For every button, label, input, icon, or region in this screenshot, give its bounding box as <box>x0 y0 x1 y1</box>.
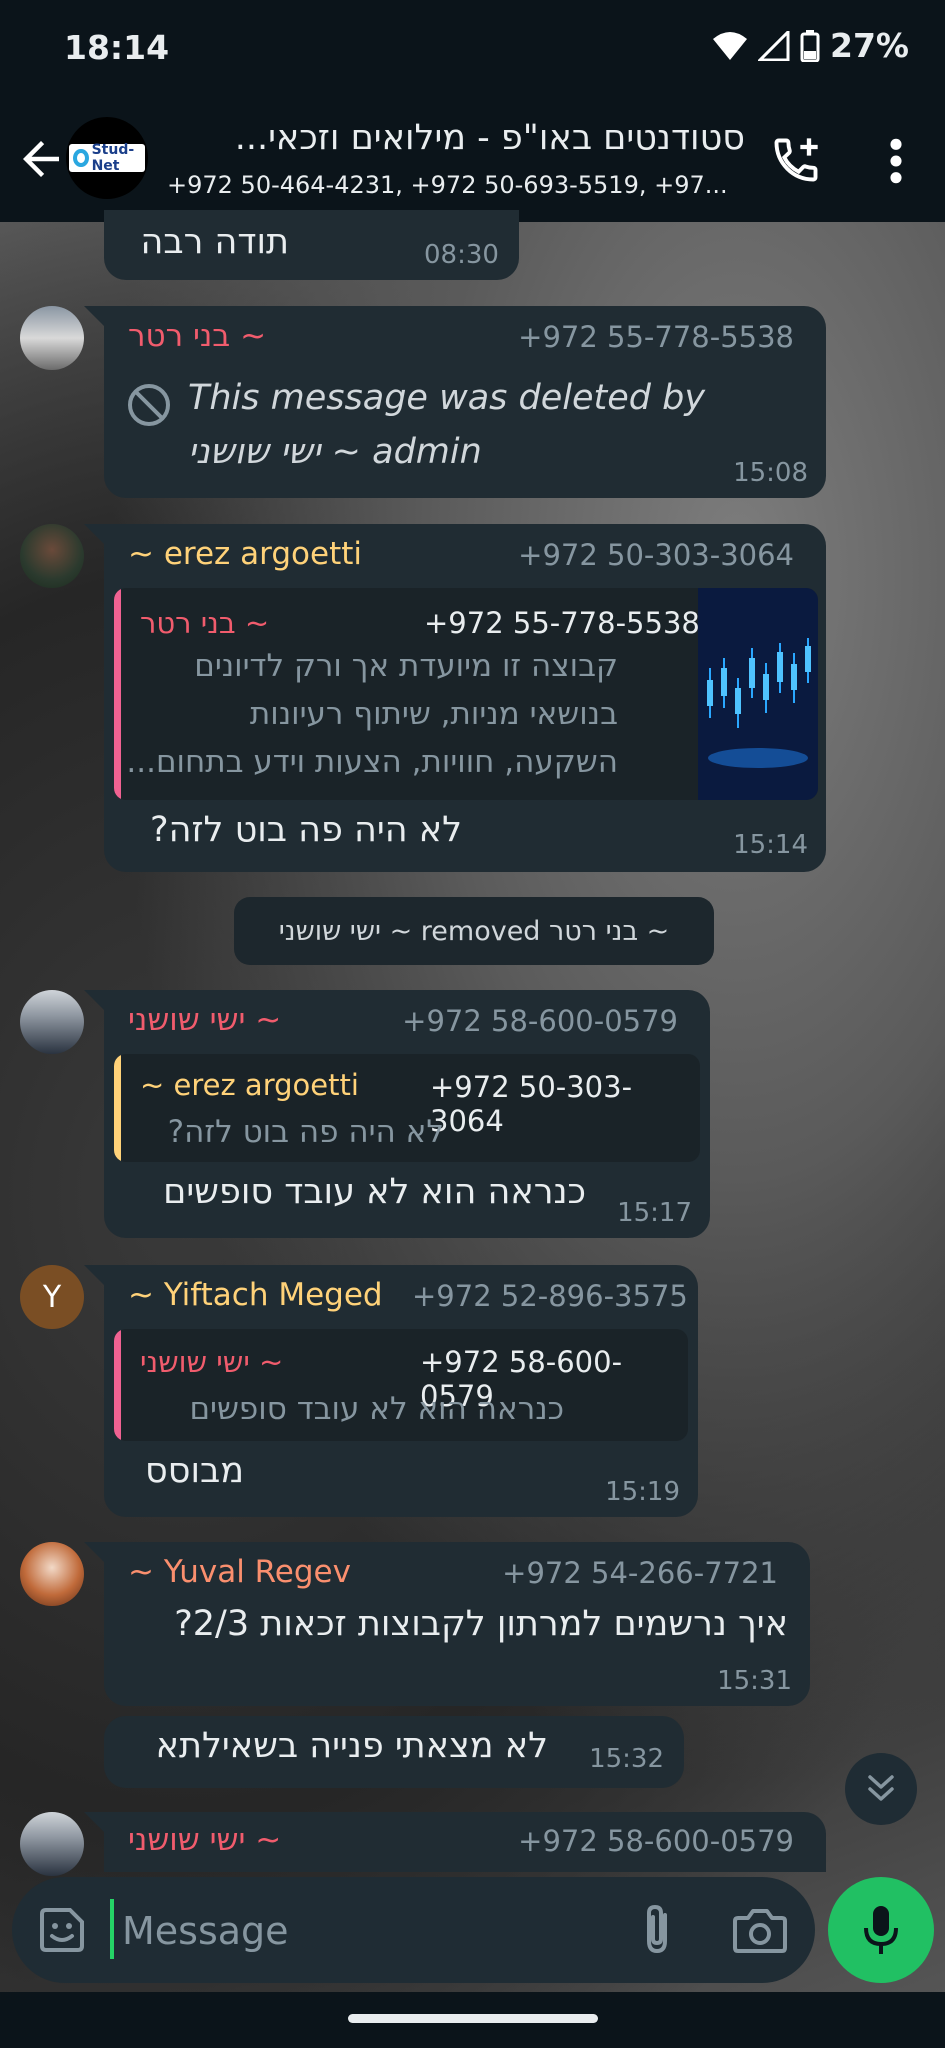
message-compose-bar <box>12 1877 815 1983</box>
block-icon <box>128 384 170 426</box>
battery-percent: 27% <box>830 26 909 65</box>
group-participants[interactable]: +972 50-464-4231, +972 50-693-5519, +97.… <box>167 171 747 199</box>
sender-name: ~ erez argoetti <box>128 536 362 572</box>
quoted-sender: ~ ישי שושני <box>140 1345 284 1379</box>
message-time: 15:08 <box>733 458 808 488</box>
status-icons: 27% <box>712 26 909 65</box>
chat-header: Stud-Net סטודנטים באו"פ - מילואים וזכאי.… <box>0 96 945 222</box>
sender-phone: +972 55-778-5538 <box>518 320 794 354</box>
bubble-tail <box>84 1542 106 1564</box>
bubble-tail <box>84 306 106 328</box>
stock-chart-thumbnail <box>698 588 818 800</box>
more-vert-icon[interactable] <box>878 136 914 186</box>
quoted-text-line: כנראה הוא לא עובד סופשים <box>189 1391 564 1427</box>
quoted-message[interactable]: ~ erez argoetti +972 50-303-3064 לא היה … <box>114 1054 700 1162</box>
avatar[interactable] <box>20 1542 84 1606</box>
group-avatar[interactable]: Stud-Net <box>66 117 148 199</box>
message-bubble[interactable]: ~ בני רטר +972 55-778-5538 This message … <box>104 306 826 498</box>
quoted-message[interactable]: ~ בני רטר +972 55-778-5538 קבוצה זו מיוע… <box>114 588 818 800</box>
group-title[interactable]: סטודנטים באו"פ - מילואים וזכאי... <box>165 118 745 158</box>
status-bar: 18:14 27% <box>0 0 945 96</box>
bubble-tail <box>84 1265 106 1287</box>
attach-icon[interactable] <box>632 1901 682 1959</box>
battery-icon <box>800 29 820 62</box>
bubble-tail <box>84 524 106 546</box>
sender-phone: +972 52-896-3575 <box>412 1279 688 1313</box>
status-time: 18:14 <box>64 28 170 67</box>
signal-icon <box>758 30 790 61</box>
sender-phone: +972 50-303-3064 <box>518 538 794 572</box>
message-time: 08:30 <box>424 240 499 270</box>
avatar[interactable] <box>20 1812 84 1876</box>
sender-name: ~ Yiftach Meged <box>128 1277 383 1313</box>
message-text: כנראה הוא לא עובד סופשים <box>163 1172 586 1212</box>
message-time: 15:14 <box>733 830 808 860</box>
quoted-message[interactable]: ~ ישי שושני +972 58-600-0579 כנראה הוא ל… <box>114 1329 688 1441</box>
message-bubble[interactable]: ~ ישי שושני +972 58-600-0579 ~ erez argo… <box>104 990 710 1238</box>
quoted-sender: ~ erez argoetti <box>140 1068 359 1102</box>
message-text: תודה רבה <box>140 222 290 262</box>
mic-icon <box>864 1906 898 1954</box>
sender-name: ~ בני רטר <box>128 318 267 354</box>
system-message: ~ בני רטר removed ~ ישי שושני <box>234 897 714 965</box>
avatar[interactable] <box>20 524 84 588</box>
quoted-phone: +972 55-778-5538 <box>424 606 700 640</box>
message-time: 15:17 <box>617 1198 692 1228</box>
back-arrow-icon[interactable] <box>14 132 68 186</box>
deleted-notice-admin: admin ~ ישי שושני <box>188 432 482 472</box>
message-bubble[interactable]: ~ ישי שושני +972 58-600-0579 <box>104 1812 826 1872</box>
system-nav-bar <box>0 1992 945 2048</box>
message-text: לא מצאתי פנייה בשאילתא <box>155 1726 548 1766</box>
bubble-tail <box>84 1812 106 1834</box>
sender-phone: +972 54-266-7721 <box>502 1556 778 1590</box>
message-text: לא היה פה בוט לזה? <box>150 810 462 850</box>
message-time: 15:32 <box>589 1744 664 1774</box>
voice-record-button[interactable] <box>828 1877 934 1983</box>
bubble-tail <box>84 990 106 1012</box>
sender-name: ~ ישי שושני <box>128 1822 282 1858</box>
sticker-icon[interactable] <box>36 1904 88 1956</box>
quoted-sender: ~ בני רטר <box>140 606 270 640</box>
sender-name: ~ ישי שושני <box>128 1002 282 1038</box>
gesture-handle[interactable] <box>348 2014 598 2023</box>
text-cursor <box>110 1899 114 1959</box>
wifi-icon <box>713 31 747 60</box>
deleted-notice: This message was deleted by <box>188 378 706 418</box>
message-bubble[interactable]: ~ Yuval Regev +972 54-266-7721 איך נרשמי… <box>104 1542 810 1706</box>
message-bubble[interactable]: תודה רבה 08:30 <box>104 210 519 280</box>
quoted-phone: +972 50-303-3064 <box>430 1070 633 1138</box>
message-input[interactable] <box>120 1897 604 1965</box>
message-bubble[interactable]: ~ erez argoetti +972 50-303-3064 ~ בני ר… <box>104 524 826 872</box>
quoted-text-line: השקעה, חוויות, הצעות וידע בתחום... <box>126 744 618 780</box>
chevron-double-down-icon <box>868 1775 894 1801</box>
message-time: 15:31 <box>717 1666 792 1696</box>
avatar[interactable] <box>20 306 84 370</box>
message-bubble[interactable]: לא מצאתי פנייה בשאילתא 15:32 <box>104 1716 684 1788</box>
avatar[interactable]: Y <box>20 1265 84 1329</box>
message-time: 15:19 <box>605 1477 680 1507</box>
sender-phone: +972 58-600-0579 <box>518 1824 794 1858</box>
avatar-letter: Y <box>42 1279 62 1315</box>
group-avatar-logo: Stud-Net <box>69 142 145 174</box>
add-call-icon[interactable] <box>770 134 822 186</box>
quoted-text-line: קבוצה זו מיועדת אך ורק לדיונים <box>194 648 618 684</box>
quoted-text-line: לא היה פה בוט לזה? <box>167 1114 444 1150</box>
message-text: מבוסס <box>145 1451 244 1491</box>
quoted-text-line: בנושאי מניות, שיתוף רעיונות <box>249 696 618 732</box>
message-text: איך נרשמים למרתון לקבוצות זכאות 2/3? <box>174 1604 788 1644</box>
avatar[interactable] <box>20 990 84 1054</box>
camera-icon[interactable] <box>732 1904 788 1956</box>
message-bubble[interactable]: ~ Yiftach Meged +972 52-896-3575 ~ ישי ש… <box>104 1265 698 1517</box>
scroll-to-bottom-button[interactable] <box>845 1753 917 1825</box>
sender-phone: +972 58-600-0579 <box>402 1004 678 1038</box>
sender-name: ~ Yuval Regev <box>128 1554 351 1590</box>
